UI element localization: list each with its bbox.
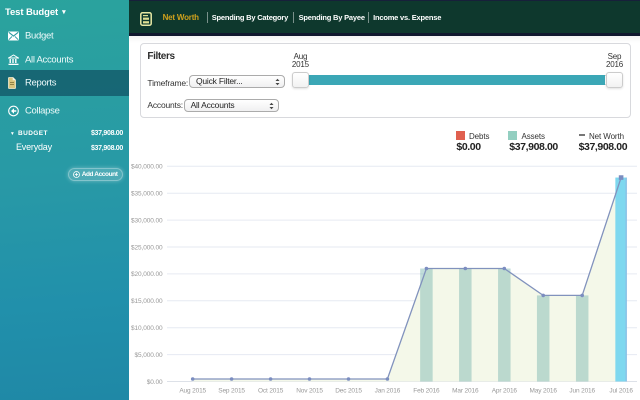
svg-text:Aug 2015: Aug 2015	[179, 388, 206, 395]
svg-text:Jun 2016: Jun 2016	[569, 388, 595, 395]
svg-text:$10,000.00: $10,000.00	[131, 325, 163, 332]
svg-text:Feb 2016: Feb 2016	[413, 388, 440, 395]
svg-text:Dec 2015: Dec 2015	[335, 388, 362, 395]
svg-text:Oct 2015: Oct 2015	[258, 388, 284, 395]
svg-text:Apr 2016: Apr 2016	[492, 388, 518, 395]
svg-text:Sep 2015: Sep 2015	[218, 388, 245, 395]
svg-text:$5,000.00: $5,000.00	[134, 352, 163, 359]
svg-text:$20,000.00: $20,000.00	[131, 271, 163, 278]
svg-text:Jul 2016: Jul 2016	[609, 388, 633, 395]
svg-text:Mar 2016: Mar 2016	[452, 388, 479, 395]
svg-text:$0.00: $0.00	[147, 379, 163, 386]
svg-text:$40,000.00: $40,000.00	[131, 164, 163, 171]
svg-text:$30,000.00: $30,000.00	[131, 217, 163, 224]
svg-text:Nov 2015: Nov 2015	[296, 388, 323, 395]
svg-text:Jan 2016: Jan 2016	[375, 388, 401, 395]
svg-text:$25,000.00: $25,000.00	[131, 244, 163, 251]
svg-text:$15,000.00: $15,000.00	[131, 298, 163, 305]
svg-text:May 2016: May 2016	[530, 388, 558, 395]
svg-text:$35,000.00: $35,000.00	[131, 191, 163, 198]
